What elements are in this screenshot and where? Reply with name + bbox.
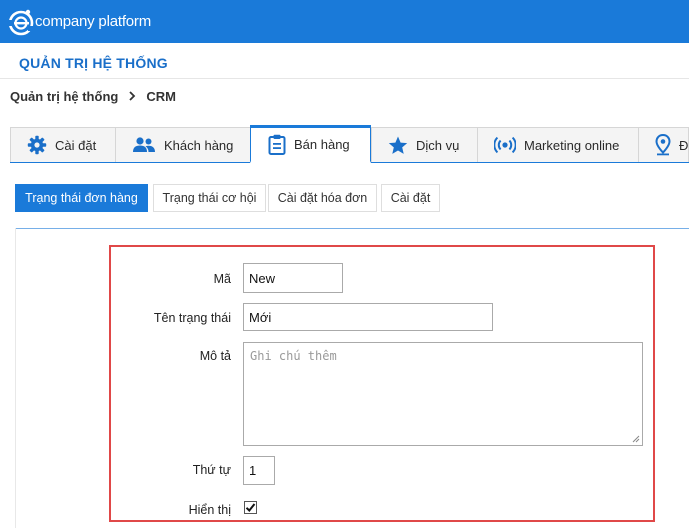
description-placeholder: Ghi chú thêm [250,349,337,363]
people-icon [133,137,155,152]
subtab-opportunity-status[interactable]: Trạng thái cơ hội [153,184,266,212]
logo-text: company platform [35,12,152,30]
page-title: QUẢN TRỊ HỆ THỐNG [19,55,168,71]
gear-icon [27,135,47,155]
tab-label: Dịch vụ [416,137,460,153]
description-textarea[interactable]: Ghi chú thêm [243,342,643,446]
clipboard-icon [268,134,286,155]
subtab-order-status[interactable]: Trạng thái đơn hàng [15,184,148,212]
code-input[interactable]: New [243,263,343,293]
visible-label: Hiển thị [188,503,231,517]
tab-settings[interactable]: Cài đặt [10,127,116,162]
subtab-settings[interactable]: Cài đặt [381,184,440,212]
order-input[interactable]: 1 [243,456,275,485]
tab-sales[interactable]: Bán hàng [250,125,371,163]
tab-label: Cài đặt [55,137,97,153]
page-header: QUẢN TRỊ HỆ THỐNG [0,43,689,79]
tab-marketing-online[interactable]: Marketing online [477,127,639,162]
checkmark-icon [245,503,256,512]
top-bar: company platform [0,0,689,43]
breadcrumb-item-crm: CRM [146,89,176,104]
tab-label: Bán hàng [294,137,350,152]
subtab-invoice-settings[interactable]: Cài đặt hóa đơn [268,184,377,212]
star-icon [388,136,408,154]
broadcast-icon [494,136,516,154]
tab-label: Marketing online [524,137,620,153]
resize-handle-icon[interactable] [632,435,640,443]
visible-checkbox[interactable] [244,501,257,514]
main-tabs: Cài đặt Khách hàng Bán hàng Dịch vụ Mark… [10,125,689,163]
tab-location[interactable]: Đ [638,127,689,162]
breadcrumb: Quản trị hệ thống CRM [10,89,176,104]
status-name-label: Tên trạng thái [153,311,231,325]
tab-label: Khách hàng [164,137,234,153]
tab-customers[interactable]: Khách hàng [115,127,251,162]
content-divider [15,228,689,229]
tab-label: Đ [679,137,689,153]
code-label: Mã [213,272,231,286]
content-left-border [15,228,16,528]
status-form: Mã New Tên trạng thái Mới Mô tả Ghi chú … [109,245,655,522]
breadcrumb-separator-icon [128,89,136,104]
description-label: Mô tả [199,349,231,363]
logo-e-icon [8,9,34,36]
map-pin-icon [655,134,671,156]
tab-services[interactable]: Dịch vụ [371,127,478,162]
status-name-input[interactable]: Mới [243,303,493,331]
breadcrumb-item-system-admin[interactable]: Quản trị hệ thống [10,89,118,104]
company-logo[interactable]: company platform [8,8,151,36]
order-label: Thứ tự [192,463,231,477]
